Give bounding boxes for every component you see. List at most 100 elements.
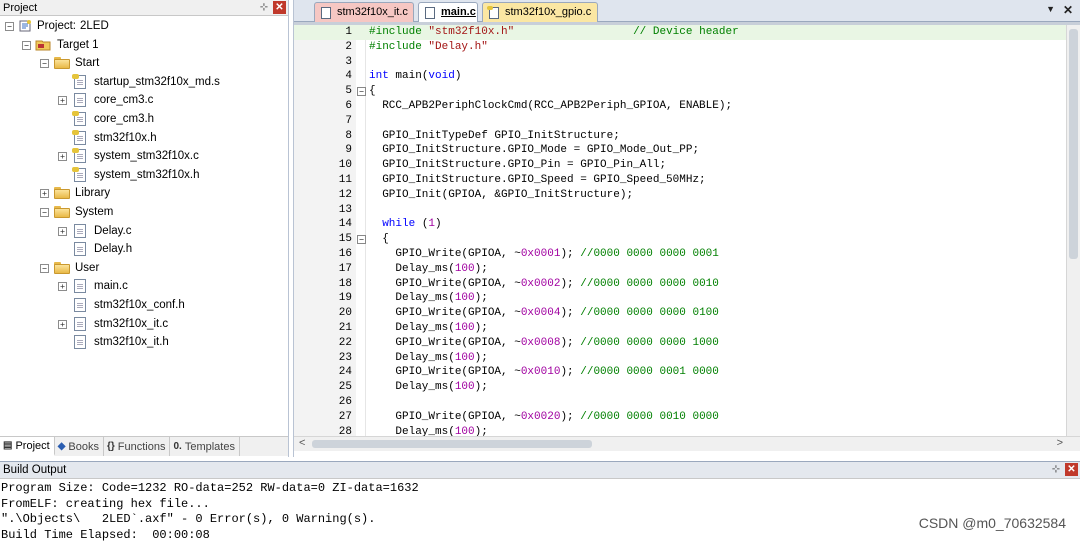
project-panel: Project ⊹ ✕ − Project: 2LED − Target 1− Start…	[0, 0, 289, 457]
editor-tab-stm32f10x-gpio[interactable]: stm32f10x_gpio.c	[482, 2, 598, 22]
code-text: #include "Delay.h"	[369, 40, 488, 53]
scroll-left-icon[interactable]: <	[299, 437, 305, 449]
code-line[interactable]: 19 Delay_ms(100);	[294, 291, 1067, 306]
file-icon	[72, 166, 86, 182]
horizontal-scrollbar[interactable]: < >	[294, 436, 1080, 451]
code-line[interactable]: 15 {	[294, 232, 1067, 247]
tree-file[interactable]: stm32f10x.h	[0, 129, 288, 147]
tree-file[interactable]: startup_stm32f10x_md.s	[0, 73, 288, 91]
folder-icon	[54, 261, 70, 274]
scroll-right-icon[interactable]: >	[1057, 437, 1063, 449]
tab-templates[interactable]: 0. Templates	[170, 437, 240, 456]
pin-icon[interactable]: ⊹	[1049, 463, 1063, 477]
file-icon	[74, 93, 86, 108]
line-number: 7	[345, 114, 352, 127]
code-line[interactable]: 4 int main(void)	[294, 69, 1067, 84]
file-icon	[72, 148, 86, 164]
expand-collapse-icon[interactable]: +	[58, 282, 67, 292]
expand-collapse-icon[interactable]: −	[40, 208, 49, 217]
code-area[interactable]: 1 #include "stm32f10x.h" // Device header…	[294, 25, 1067, 436]
code-line[interactable]: 8 GPIO_InitTypeDef GPIO_InitStructure;	[294, 129, 1067, 144]
tree-file[interactable]: Delay.h	[0, 240, 288, 258]
code-line[interactable]: 20 GPIO_Write(GPIOA, ~0x0004); //0000 00…	[294, 306, 1067, 321]
line-number: 12	[338, 188, 352, 201]
tree-file[interactable]: + core_cm3.c	[0, 91, 288, 109]
close-icon[interactable]: ✕	[273, 1, 286, 14]
tree-item-target[interactable]: − Target 1	[0, 36, 288, 54]
tree-file[interactable]: stm32f10x_it.h	[0, 333, 288, 351]
code-line[interactable]: 21 Delay_ms(100);	[294, 321, 1067, 336]
tree-file[interactable]: stm32f10x_conf.h	[0, 296, 288, 314]
code-text: {	[369, 233, 389, 246]
code-line[interactable]: 11 GPIO_InitStructure.GPIO_Speed = GPIO_…	[294, 173, 1067, 188]
horizontal-scrollbar-thumb[interactable]	[312, 440, 592, 448]
code-line[interactable]: 25 Delay_ms(100);	[294, 380, 1067, 395]
vertical-scrollbar[interactable]	[1066, 25, 1080, 436]
code-line[interactable]: 24 GPIO_Write(GPIOA, ~0x0010); //0000 00…	[294, 365, 1067, 380]
expand-collapse-icon[interactable]: −	[40, 263, 49, 273]
line-number: 1	[345, 26, 352, 38]
tree-file[interactable]: + system_stm32f10x.c	[0, 147, 288, 165]
editor-tab-main[interactable]: main.c	[418, 2, 478, 23]
pin-icon[interactable]: ⊹	[257, 1, 271, 15]
tree-group-user[interactable]: − User	[0, 259, 288, 277]
tree-group-system[interactable]: − System	[0, 203, 288, 221]
code-line[interactable]: 6 RCC_APB2PeriphClockCmd(RCC_APB2Periph_…	[294, 99, 1067, 114]
expand-collapse-icon[interactable]: +	[58, 319, 67, 329]
code-line[interactable]: 13	[294, 203, 1067, 218]
code-line[interactable]: 9 GPIO_InitStructure.GPIO_Mode = GPIO_Mo…	[294, 143, 1067, 158]
tree-file[interactable]: + Delay.c	[0, 222, 288, 240]
tab-functions[interactable]: {} Functions	[104, 437, 171, 456]
tree-file[interactable]: + main.c	[0, 277, 288, 295]
code-line[interactable]: 3	[294, 55, 1067, 70]
tree-group-label: System	[75, 206, 114, 218]
code-line[interactable]: 7	[294, 114, 1067, 129]
code-line[interactable]: 1 #include "stm32f10x.h" // Device header	[294, 25, 1067, 40]
code-line[interactable]: 28 Delay_ms(100);	[294, 425, 1067, 436]
expand-collapse-icon[interactable]: +	[58, 226, 67, 236]
expand-collapse-icon[interactable]: −	[22, 40, 31, 50]
line-number: 16	[338, 248, 352, 260]
code-text: Delay_ms(100);	[369, 292, 488, 305]
close-icon[interactable]: ✕	[1065, 463, 1078, 476]
fold-toggle-icon[interactable]: −	[357, 87, 366, 97]
code-line[interactable]: 2 #include "Delay.h"	[294, 40, 1067, 55]
code-line[interactable]: 17 Delay_ms(100);	[294, 262, 1067, 277]
expand-collapse-icon[interactable]: +	[58, 96, 67, 106]
close-file-icon[interactable]: ✕	[1063, 3, 1073, 17]
line-number: 15	[338, 233, 352, 246]
fold-toggle-icon[interactable]: −	[357, 235, 366, 245]
code-line[interactable]: 12 GPIO_Init(GPIOA, &GPIO_InitStructure)…	[294, 188, 1067, 203]
expand-collapse-icon[interactable]: −	[40, 59, 49, 69]
code-line[interactable]: 26	[294, 395, 1067, 410]
code-line[interactable]: 27 GPIO_Write(GPIOA, ~0x0020); //0000 00…	[294, 410, 1067, 425]
expand-collapse-icon[interactable]: −	[5, 22, 14, 31]
editor-tab-stm32f10x-it[interactable]: stm32f10x_it.c	[314, 2, 414, 22]
code-line[interactable]: 16 GPIO_Write(GPIOA, ~0x0001); //0000 00…	[294, 247, 1067, 262]
tree-group-label: User	[75, 261, 100, 274]
line-number: 23	[338, 351, 352, 364]
line-number: 13	[338, 203, 352, 216]
build-output-text[interactable]: Program Size: Code=1232 RO-data=252 RW-d…	[0, 481, 1080, 543]
tab-project-label: Project	[15, 439, 50, 452]
code-text: GPIO_Write(GPIOA, ~0x0004); //0000 0000 …	[369, 307, 719, 320]
tree-group-library[interactable]: + Library	[0, 184, 288, 202]
tab-books[interactable]: ◆ Books	[55, 437, 104, 456]
tree-group-start[interactable]: − Start	[0, 54, 288, 72]
tab-project[interactable]: ▤ Project	[0, 437, 55, 456]
code-line[interactable]: 23 Delay_ms(100);	[294, 351, 1067, 366]
expand-collapse-icon[interactable]: +	[40, 189, 49, 199]
build-line: FromELF: creating hex file...	[1, 496, 210, 511]
tree-file[interactable]: + stm32f10x_it.c	[0, 315, 288, 333]
code-line[interactable]: 10 GPIO_InitStructure.GPIO_Pin = GPIO_Pi…	[294, 158, 1067, 173]
code-line[interactable]: 5{	[294, 84, 1067, 99]
tree-item-project[interactable]: − Project: 2LED	[0, 17, 288, 35]
code-line[interactable]: 22 GPIO_Write(GPIOA, ~0x0008); //0000 00…	[294, 336, 1067, 351]
tree-file[interactable]: core_cm3.h	[0, 110, 288, 128]
code-line[interactable]: 14 while (1)	[294, 217, 1067, 232]
code-line[interactable]: 18 GPIO_Write(GPIOA, ~0x0002); //0000 00…	[294, 277, 1067, 292]
vertical-scrollbar-thumb[interactable]	[1069, 29, 1078, 259]
expand-collapse-icon[interactable]: +	[58, 152, 67, 162]
tree-file[interactable]: system_stm32f10x.h	[0, 166, 288, 184]
tab-list-dropdown-icon[interactable]: ▼	[1046, 4, 1055, 14]
